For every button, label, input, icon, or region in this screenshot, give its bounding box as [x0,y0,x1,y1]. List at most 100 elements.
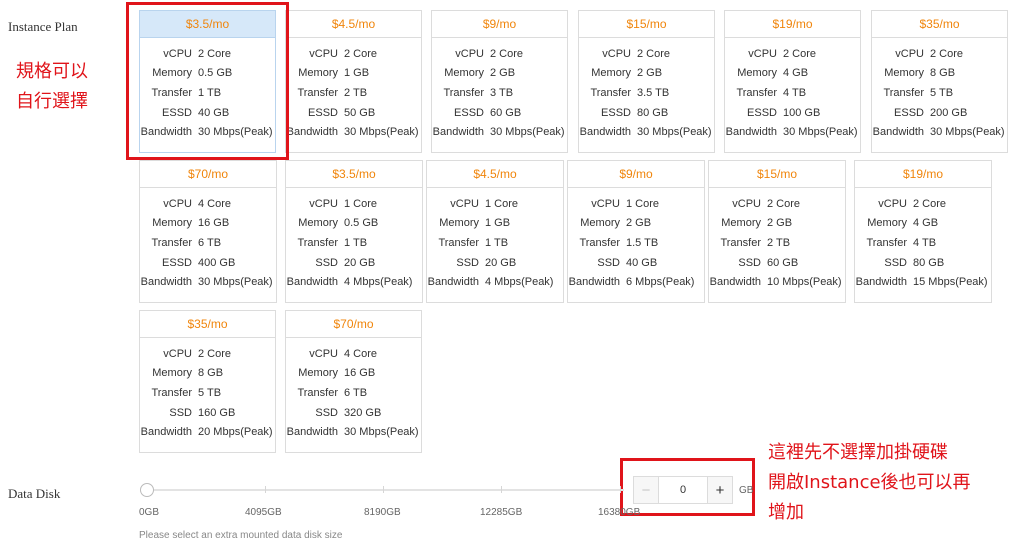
spec-value-disk: 80 GB [913,256,945,269]
spec-row-disk: SSD 60 GB [709,253,845,273]
spec-value-memory: 16 GB [198,217,230,230]
plan-specs: vCPU 2 Core Memory 8 GB Transfer 5 TB SSD 160 G… [140,338,275,442]
spec-row-bandwidth: Bandwidth 30 Mbps(Peak) [286,122,421,142]
spec-row-vcpu: vCPU 2 Core [432,44,567,64]
spec-row-memory: Memory 2 GB [579,64,714,84]
spec-label-bandwidth: Bandwidth [579,126,631,139]
spec-value-transfer: 1 TB [344,236,368,249]
plan-price: $19/mo [855,161,991,188]
spec-row-bandwidth: Bandwidth 30 Mbps(Peak) [579,122,714,142]
spec-value-vcpu: 2 Core [767,197,801,210]
spec-row-memory: Memory 4 GB [855,214,991,234]
spec-value-bandwidth: 30 Mbps(Peak) [344,426,419,439]
spec-value-vcpu: 1 Core [344,197,378,210]
spec-value-memory: 2 GB [637,67,663,80]
spec-value-bandwidth: 4 Mbps(Peak) [344,276,413,289]
plan-specs: vCPU 2 Core Memory 2 GB Transfer 3.5 TB ESSD 80… [579,38,714,142]
spec-row-vcpu: vCPU 2 Core [140,344,275,364]
plan-card[interactable]: $35/mo vCPU 2 Core Memory 8 GB Transfer 5 TB ES… [871,10,1008,153]
increment-button[interactable]: + [707,477,732,503]
spec-value-disk: 20 GB [344,256,376,269]
spec-label-transfer: Transfer [151,236,192,249]
spec-label-disk: SSD [169,406,192,419]
spec-value-transfer: 2 TB [344,86,368,99]
spec-label-bandwidth: Bandwidth [872,126,924,139]
spec-row-transfer: Transfer 1 TB [427,233,563,253]
plan-card[interactable]: $4.5/mo vCPU 2 Core Memory 1 GB Transfer 2 TB E… [285,10,422,153]
data-disk-unit: GB [739,485,754,496]
spec-label-disk: ESSD [601,106,631,119]
spec-label-disk: ESSD [747,106,777,119]
plan-price: $35/mo [872,11,1007,38]
plan-card[interactable]: $15/mo vCPU 2 Core Memory 2 GB Transfer 2 TB SS… [708,160,846,303]
spec-row-memory: Memory 1 GB [286,64,421,84]
spec-label-transfer: Transfer [438,236,479,249]
data-disk-size-input[interactable] [659,477,707,503]
plan-card[interactable]: $9/mo vCPU 1 Core Memory 2 GB Transfer 1.5 TB S… [567,160,705,303]
plan-card[interactable]: $9/mo vCPU 2 Core Memory 2 GB Transfer 3 TB ESS… [431,10,568,153]
spec-value-transfer: 4 TB [783,86,807,99]
spec-label-disk: ESSD [454,106,484,119]
plan-specs: vCPU 2 Core Memory 4 GB Transfer 4 TB ESSD 100 … [725,38,860,142]
annotation-disk-line3: 增加 [768,502,804,523]
spec-label-bandwidth: Bandwidth [140,126,192,139]
spec-label-vcpu: vCPU [309,47,338,60]
spec-value-transfer: 1.5 TB [626,236,659,249]
spec-label-vcpu: vCPU [455,47,484,60]
data-disk-stepper: − + [633,476,733,504]
plan-price: $19/mo [725,11,860,38]
plan-specs: vCPU 1 Core Memory 1 GB Transfer 1 TB SSD 20 GB… [427,188,563,292]
plan-price: $9/mo [568,161,704,188]
spec-row-transfer: Transfer 1 TB [286,233,422,253]
plan-card[interactable]: $19/mo vCPU 2 Core Memory 4 GB Transfer 4 TB ES… [724,10,861,153]
spec-value-disk: 60 GB [767,256,799,269]
data-disk-slider-handle[interactable] [140,483,154,497]
spec-value-transfer: 2 TB [767,236,791,249]
plan-price: $9/mo [432,11,567,38]
plan-specs: vCPU 2 Core Memory 0.5 GB Transfer 1 TB ESSD 40… [140,38,275,142]
data-disk-slider-track[interactable] [147,489,624,491]
spec-row-disk: SSD 20 GB [427,253,563,273]
spec-label-transfer: Transfer [151,386,192,399]
spec-row-disk: ESSD 400 GB [140,253,276,273]
spec-row-transfer: Transfer 6 TB [140,233,276,253]
plan-card[interactable]: $3.5/mo vCPU 1 Core Memory 0.5 GB Transfer 1 T… [285,160,423,303]
spec-value-transfer: 6 TB [344,386,368,399]
spec-label-memory: Memory [152,217,192,230]
spec-row-transfer: Transfer 3 TB [432,83,567,103]
spec-row-memory: Memory 16 GB [140,214,276,234]
slider-tick-label-0: 0GB [139,507,160,518]
spec-row-disk: ESSD 60 GB [432,103,567,123]
spec-label-bandwidth: Bandwidth [709,276,761,289]
spec-label-memory: Memory [152,367,192,380]
spec-row-bandwidth: Bandwidth 6 Mbps(Peak) [568,272,704,292]
spec-value-vcpu: 2 Core [930,47,964,60]
spec-label-transfer: Transfer [443,86,484,99]
spec-label-disk: SSD [456,256,479,269]
spec-row-transfer: Transfer 3.5 TB [579,83,714,103]
plan-card[interactable]: $4.5/mo vCPU 1 Core Memory 1 GB Transfer 1 TB S… [426,160,564,303]
plan-card[interactable]: $70/mo vCPU 4 Core Memory 16 GB Transfer 6 TB S… [285,310,422,453]
plan-card[interactable]: $15/mo vCPU 2 Core Memory 2 GB Transfer 3.5 TB… [578,10,715,153]
spec-value-transfer: 4 TB [913,236,937,249]
plan-card[interactable]: $35/mo vCPU 2 Core Memory 8 GB Transfer 5 TB SS… [139,310,276,453]
spec-label-memory: Memory [591,67,631,80]
spec-row-vcpu: vCPU 1 Core [286,194,422,214]
spec-label-bandwidth: Bandwidth [286,426,338,439]
spec-label-memory: Memory [439,217,479,230]
plan-specs: vCPU 2 Core Memory 8 GB Transfer 5 TB ESSD 200 … [872,38,1007,142]
spec-label-disk: SSD [315,406,338,419]
decrement-button[interactable]: − [634,477,659,503]
spec-row-disk: SSD 20 GB [286,253,422,273]
spec-label-memory: Memory [580,217,620,230]
plan-card[interactable]: $70/mo vCPU 4 Core Memory 16 GB Transfer 6 TB E… [139,160,277,303]
plan-price: $15/mo [579,11,714,38]
spec-label-memory: Memory [298,367,338,380]
spec-label-memory: Memory [298,217,338,230]
plan-specs: vCPU 2 Core Memory 2 GB Transfer 3 TB ESSD 60 G… [432,38,567,142]
plan-specs: vCPU 1 Core Memory 2 GB Transfer 1.5 TB SSD 40 … [568,188,704,292]
plan-card[interactable]: $19/mo vCPU 2 Core Memory 4 GB Transfer 4 TB SS… [854,160,992,303]
spec-value-disk: 40 GB [198,106,230,119]
plan-card[interactable]: $3.5/mo vCPU 2 Core Memory 0.5 GB Transfer 1 T… [139,10,276,153]
spec-value-disk: 400 GB [198,256,236,269]
